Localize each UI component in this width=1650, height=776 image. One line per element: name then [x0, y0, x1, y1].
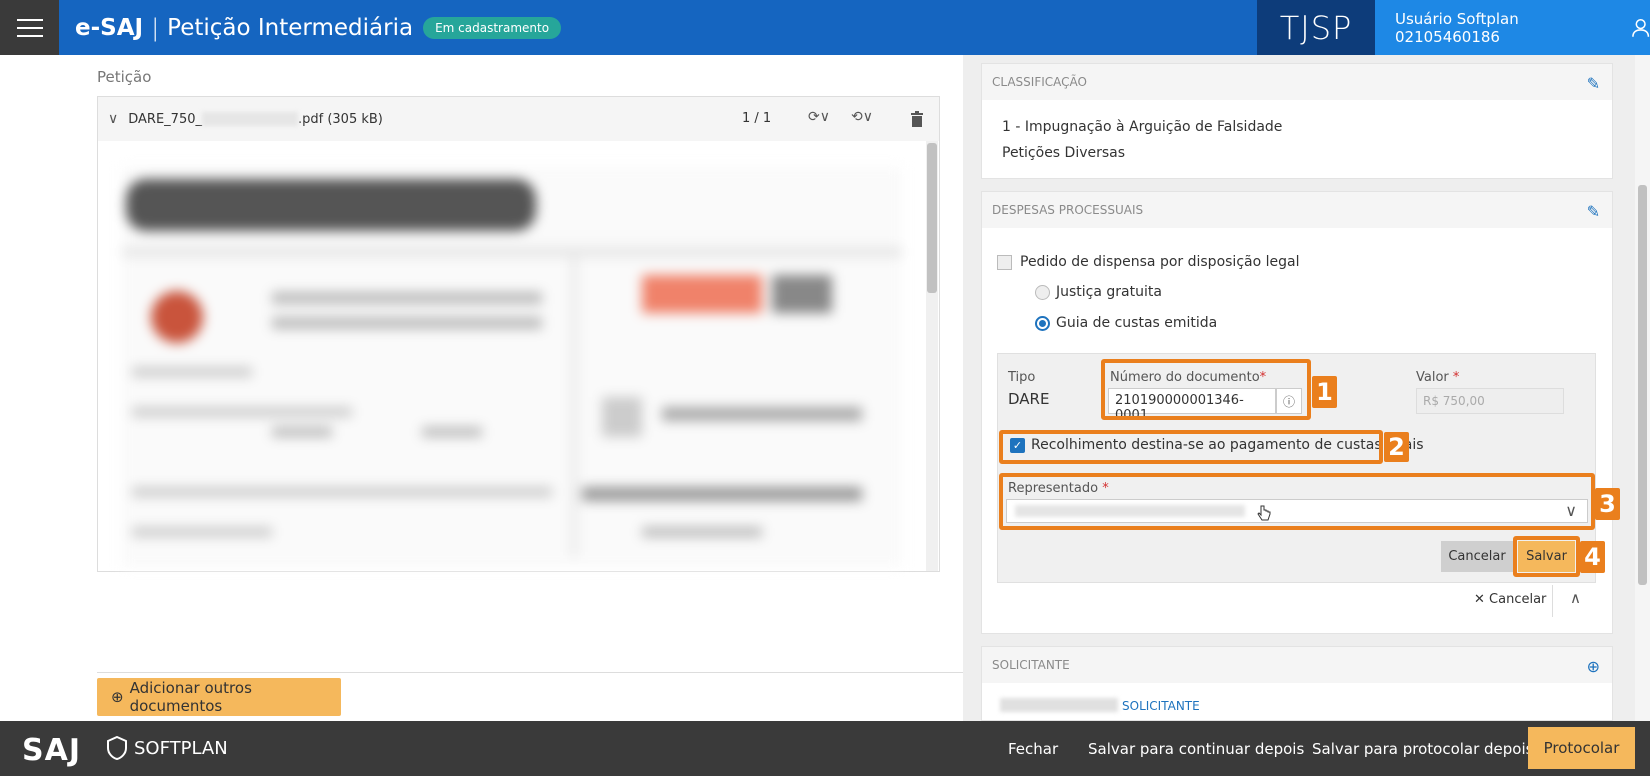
- tipo-value: DARE: [1008, 390, 1050, 408]
- rotate-right-icon[interactable]: ⟲∨: [851, 109, 873, 125]
- highlight-box-4: [1513, 536, 1580, 577]
- section-label: Petição: [97, 68, 152, 86]
- footer-bar: SAJ SOFTPLAN Fechar Salvar para continua…: [0, 721, 1650, 776]
- softplan-logo: SOFTPLAN: [106, 736, 228, 760]
- brand-separator: |: [151, 13, 160, 42]
- classificacao-line2: Petições Diversas: [1002, 145, 1126, 161]
- user-menu[interactable]: Usuário Softplan 02105460186: [1375, 0, 1650, 55]
- status-badge: Em cadastramento: [423, 16, 562, 39]
- chevron-down-icon[interactable]: ∨: [108, 111, 118, 127]
- solicitante-link[interactable]: SOLICITANTE: [1122, 699, 1200, 713]
- annotation-number-4: 4: [1580, 541, 1605, 573]
- document-preview: [122, 167, 902, 567]
- document-viewer[interactable]: [98, 141, 939, 571]
- salvar-continuar-button[interactable]: Salvar para continuar depois: [1088, 740, 1304, 758]
- add-documents-label: Adicionar outros documentos: [129, 679, 252, 715]
- close-icon: ✕: [1474, 592, 1485, 607]
- classificacao-card: CLASSIFICAÇÃO ✎ 1 - Impugnação à Arguiçã…: [981, 63, 1613, 179]
- add-circle-icon: ⊕: [111, 688, 124, 706]
- solicitante-header: SOLICITANTE ⊕: [982, 647, 1612, 683]
- scrollbar-thumb[interactable]: [927, 143, 937, 293]
- justica-gratuita-label: Justiça gratuita: [1056, 284, 1162, 300]
- cancel-button[interactable]: Cancelar: [1441, 541, 1513, 572]
- annotation-number-1: 1: [1312, 376, 1337, 408]
- cancel-link[interactable]: ✕ Cancelar: [1474, 592, 1546, 607]
- valor-label: Valor *: [1416, 370, 1459, 385]
- user-icon: [1631, 18, 1649, 37]
- page-title: Petição Intermediária: [167, 14, 414, 41]
- org-logo: TJSP: [1257, 0, 1375, 55]
- solicitante-name-redacted: [1000, 698, 1118, 712]
- dispensa-label: Pedido de dispensa por disposição legal: [1020, 254, 1300, 270]
- salvar-protocolar-button[interactable]: Salvar para protocolar depois: [1312, 740, 1533, 758]
- checkbox-unchecked-icon[interactable]: [997, 254, 1012, 270]
- menu-line: [16, 26, 43, 29]
- document-scrollbar[interactable]: [926, 141, 938, 571]
- justica-gratuita-radio[interactable]: Justiça gratuita: [1035, 284, 1162, 300]
- menu-line: [16, 34, 43, 37]
- annotation-number-3: 3: [1595, 488, 1620, 520]
- add-circle-icon[interactable]: ⊕: [1587, 657, 1600, 676]
- document-name-redacted: [201, 112, 298, 126]
- despesas-header: DESPESAS PROCESSUAIS ✎: [982, 192, 1612, 228]
- guia-custas-label: Guia de custas emitida: [1056, 315, 1218, 331]
- user-name: Usuário Softplan 02105460186: [1395, 9, 1519, 46]
- classificacao-title: CLASSIFICAÇÃO: [992, 75, 1087, 89]
- radio-unselected-icon[interactable]: [1035, 284, 1050, 300]
- guia-custas-radio[interactable]: Guia de custas emitida: [1035, 315, 1217, 331]
- document-name-suffix: .pdf (305 kB): [297, 111, 383, 127]
- classificacao-header: CLASSIFICAÇÃO ✎: [982, 64, 1612, 100]
- divider: [97, 672, 963, 673]
- page-counter: 1 / 1: [742, 111, 772, 126]
- tipo-label: Tipo: [1008, 370, 1036, 385]
- classificacao-line1: 1 - Impugnação à Arguição de Falsidade: [1002, 119, 1283, 135]
- page-scrollbar[interactable]: [1635, 55, 1650, 721]
- hamburger-menu-button[interactable]: [0, 0, 59, 55]
- scrollbar-thumb[interactable]: [1638, 185, 1647, 585]
- document-panel: ∨ DARE_750_ .pdf (305 kB) 1 / 1 ⟳∨ ⟲∨: [97, 96, 940, 572]
- softplan-label: SOFTPLAN: [134, 737, 228, 759]
- pencil-icon[interactable]: ✎: [1587, 202, 1600, 221]
- menu-line: [16, 18, 43, 21]
- fechar-button[interactable]: Fechar: [1008, 740, 1058, 758]
- highlight-box-3: [999, 473, 1595, 530]
- highlight-box-1: [1101, 359, 1311, 420]
- document-header: ∨ DARE_750_ .pdf (305 kB) 1 / 1 ⟳∨ ⟲∨: [98, 97, 939, 141]
- shield-icon: [107, 736, 127, 760]
- pencil-icon[interactable]: ✎: [1587, 74, 1600, 93]
- divider: [1552, 585, 1553, 617]
- document-name-prefix: DARE_750_: [128, 111, 202, 127]
- saj-logo: SAJ: [22, 733, 81, 768]
- rotate-left-icon[interactable]: ⟳∨: [808, 109, 830, 125]
- trash-icon[interactable]: [910, 111, 924, 127]
- chevron-up-icon[interactable]: ∧: [1570, 589, 1581, 607]
- solicitante-title: SOLICITANTE: [992, 658, 1070, 672]
- required-mark: *: [1452, 370, 1460, 385]
- valor-label-text: Valor: [1416, 370, 1449, 385]
- protocolar-button[interactable]: Protocolar: [1528, 727, 1635, 769]
- highlight-box-2: [999, 430, 1383, 464]
- classificacao-content: 1 - Impugnação à Arguição de Falsidade P…: [982, 100, 1612, 166]
- radio-selected-icon[interactable]: [1035, 315, 1050, 331]
- despesas-title: DESPESAS PROCESSUAIS: [992, 203, 1144, 217]
- cancel-link-label: Cancelar: [1489, 592, 1547, 607]
- annotation-number-2: 2: [1384, 432, 1409, 462]
- add-documents-button[interactable]: ⊕ Adicionar outros documentos: [97, 678, 341, 716]
- app-brand: e-SAJ: [75, 14, 144, 41]
- valor-input[interactable]: R$ 750,00: [1416, 388, 1564, 414]
- dispensa-checkbox[interactable]: Pedido de dispensa por disposição legal: [997, 254, 1299, 270]
